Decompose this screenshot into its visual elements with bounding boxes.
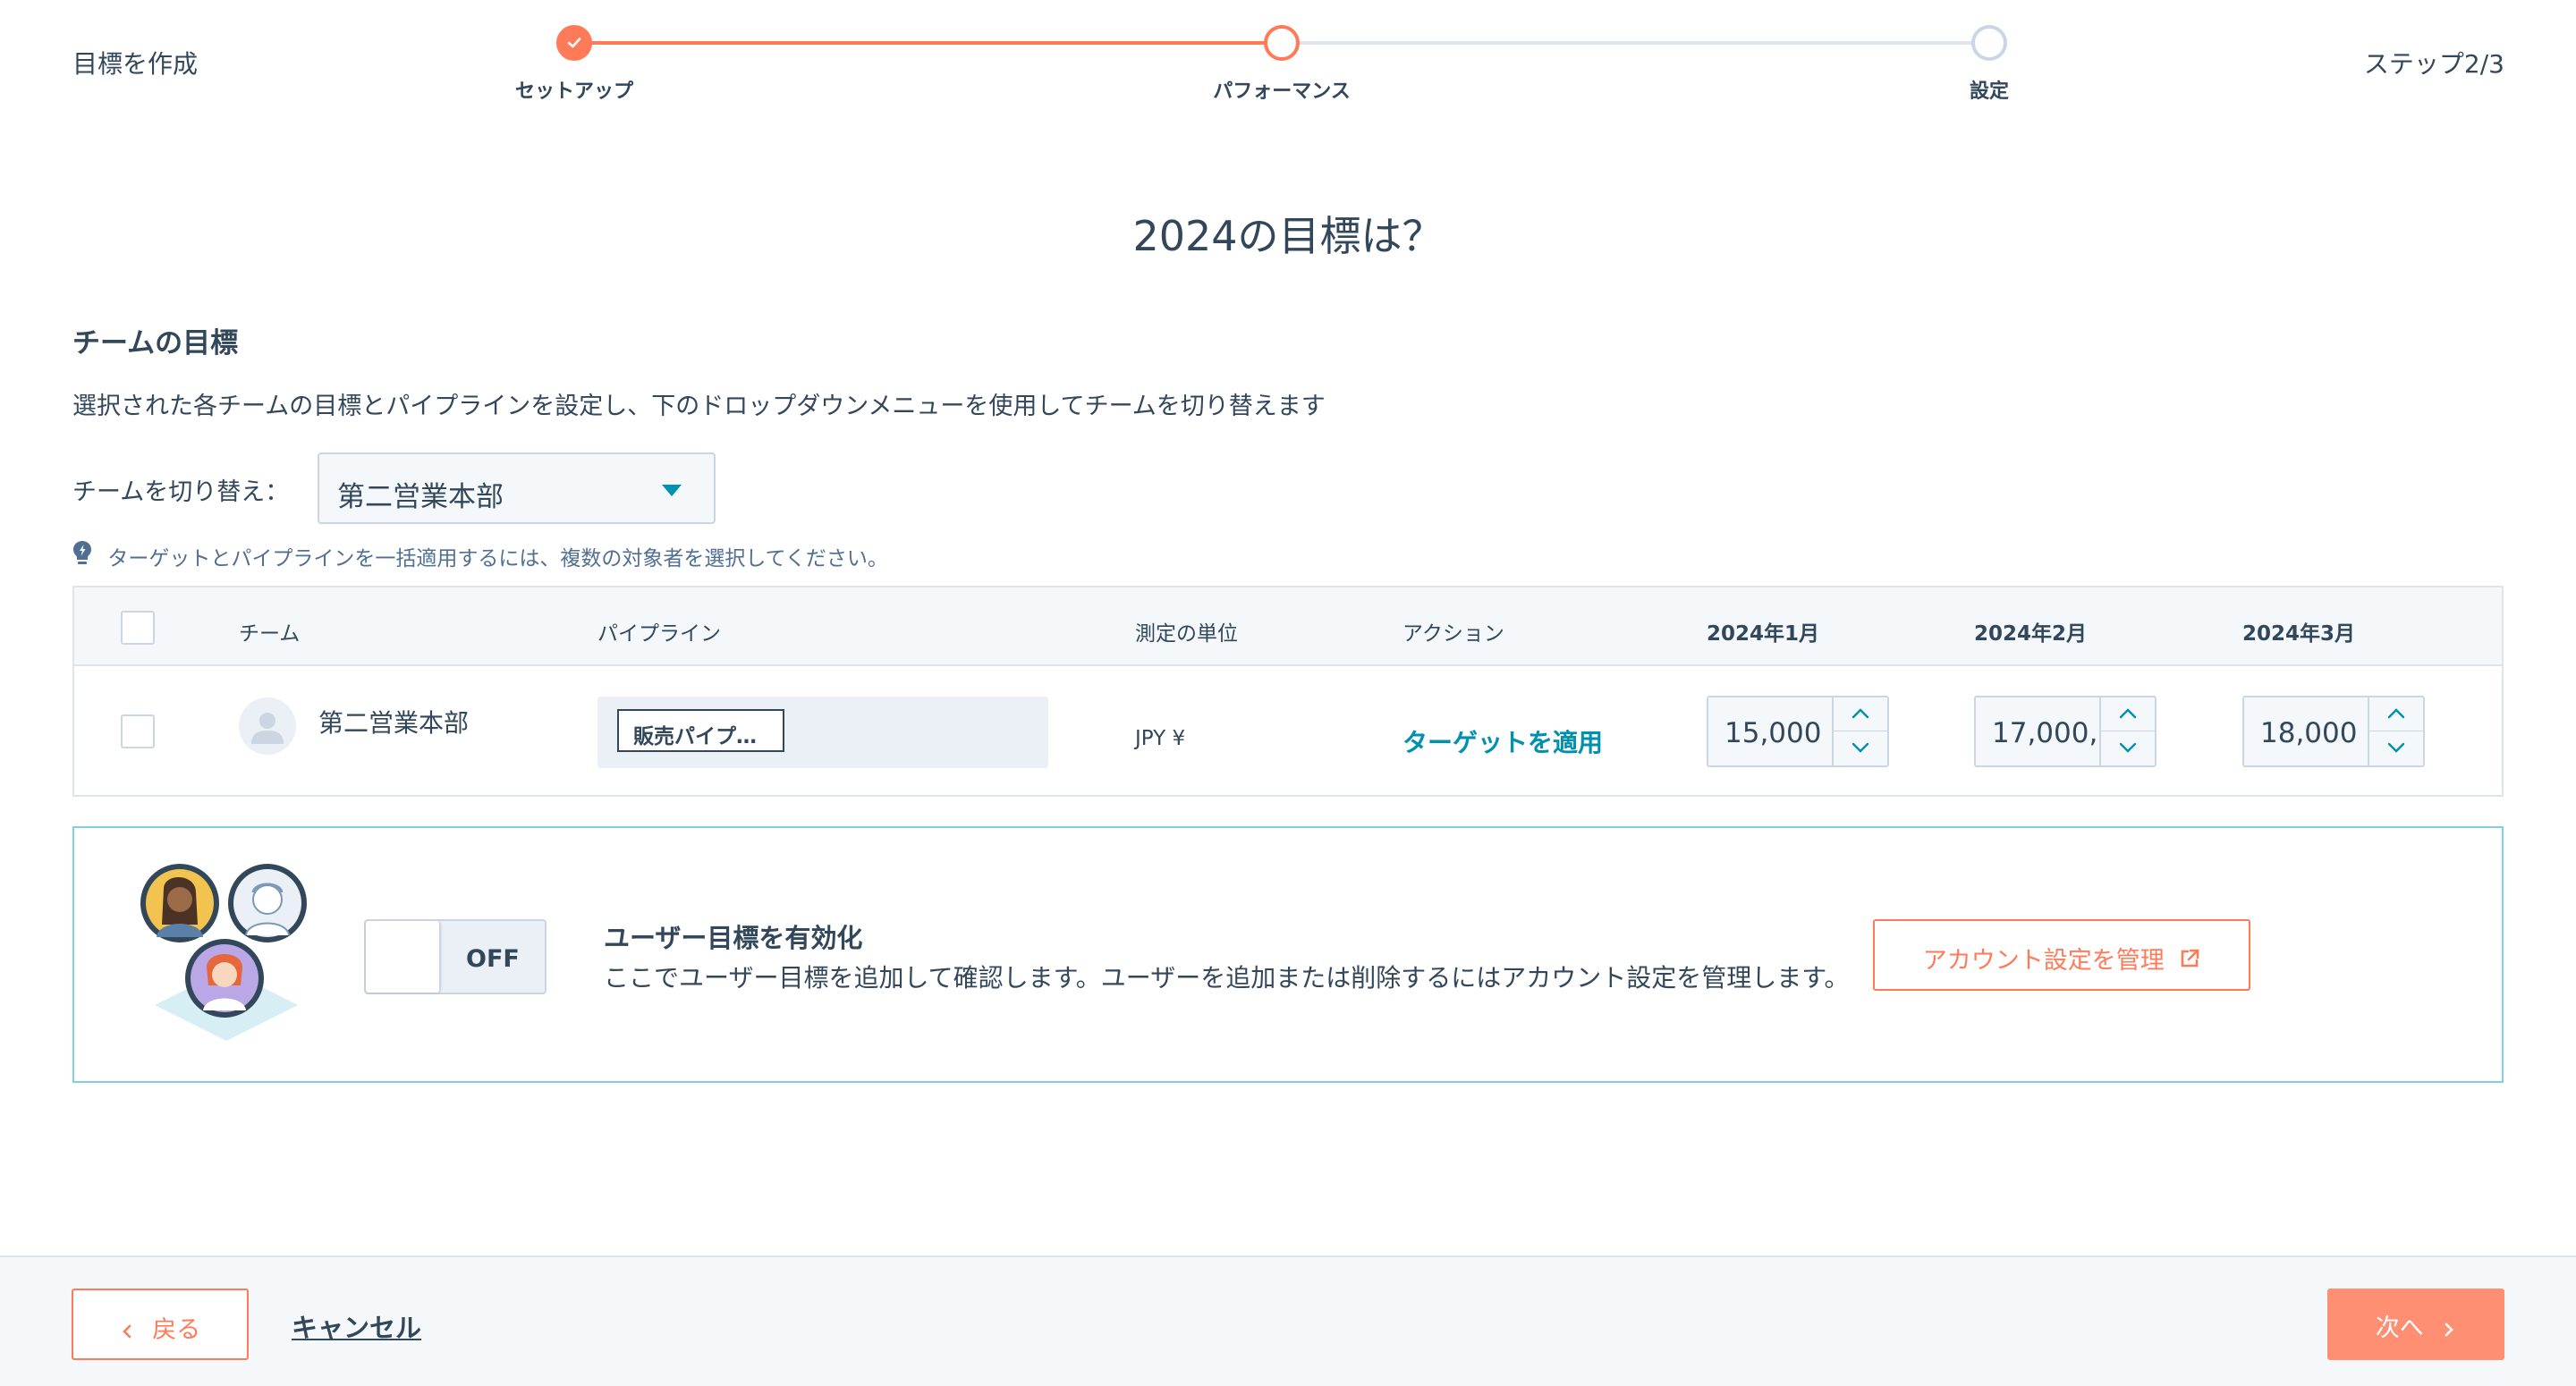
step-label: セットアップ <box>514 80 633 103</box>
section-description: 選択された各チームの目標とパイプラインを設定し、下のドロップダウンメニューを使用… <box>72 393 1326 420</box>
toggle-knob[interactable] <box>366 921 441 993</box>
column-header-team: チーム <box>239 622 301 646</box>
step-pending-dot <box>1971 25 2007 61</box>
chevron-down-icon <box>2119 742 2137 753</box>
caret-down-icon <box>662 485 682 496</box>
decrement-button[interactable] <box>2369 731 2423 765</box>
chevron-left-icon <box>122 1324 131 1338</box>
increment-button[interactable] <box>1834 697 1887 731</box>
team-select-value: 第二営業本部 <box>337 481 504 513</box>
avatar <box>239 697 296 755</box>
increment-button[interactable] <box>2101 697 2155 731</box>
chevron-up-icon <box>2387 708 2405 719</box>
mar-target-value[interactable]: 18,000 <box>2244 697 2369 765</box>
select-all-checkbox[interactable] <box>121 611 155 645</box>
row-checkbox[interactable] <box>121 714 155 748</box>
footer-bar: 戻る キャンセル 次へ <box>0 1255 2576 1386</box>
hint-text: ターゲットとパイプラインを一括適用するには、複数の対象者を選択してください。 <box>107 547 888 570</box>
team-switch-label: チームを切り替え： <box>72 478 290 506</box>
chevron-up-icon <box>2119 708 2137 719</box>
chevron-down-icon <box>2387 742 2405 753</box>
user-goals-title: ユーザー目標を有効化 <box>604 923 863 953</box>
user-goals-toggle[interactable]: OFF <box>364 919 547 994</box>
table-header: チーム パイプライン 測定の単位 アクション 2024年1月 2024年2月 2… <box>74 587 2502 666</box>
next-label: 次へ <box>2375 1314 2424 1342</box>
column-header-unit: 測定の単位 <box>1135 622 1238 646</box>
unit-value: JPY ¥ <box>1135 727 1186 750</box>
cancel-link[interactable]: キャンセル <box>292 1307 421 1345</box>
jan-target-input[interactable]: 15,000 <box>1707 696 1889 767</box>
page-title: 2024の目標は？ <box>1132 212 1444 260</box>
toggle-state-label: OFF <box>466 945 520 973</box>
section-title: チームの目標 <box>72 327 239 359</box>
user-icon <box>251 713 284 744</box>
pipeline-tag[interactable]: 販売パイプ… <box>617 709 784 752</box>
next-button[interactable]: 次へ <box>2327 1289 2504 1360</box>
decrement-button[interactable] <box>2101 731 2155 765</box>
users-illustration <box>137 862 316 1050</box>
step-counter: ステップ2/3 <box>2363 49 2504 79</box>
bulk-apply-hint: ターゲットとパイプラインを一括適用するには、複数の対象者を選択してください。 <box>72 540 888 572</box>
manage-account-settings-label: アカウント設定を管理 <box>1922 947 2165 975</box>
chevron-down-icon <box>1852 742 1869 753</box>
feb-target-value[interactable]: 17,000, <box>1976 697 2101 765</box>
column-header-action: アクション <box>1402 622 1504 646</box>
column-header-mar: 2024年3月 <box>2242 622 2356 646</box>
decrement-button[interactable] <box>1834 731 1887 765</box>
back-label: 戻る <box>152 1316 201 1344</box>
pipeline-cell[interactable]: 販売パイプ… <box>597 697 1048 768</box>
step-active-dot <box>1264 25 1300 61</box>
stepper-track-completed <box>574 41 1282 45</box>
progress-stepper: セットアップ パフォーマンス 設定 <box>515 23 2009 113</box>
lightbulb-icon <box>72 540 92 572</box>
column-header-pipeline: パイプライン <box>597 622 721 646</box>
team-select-dropdown[interactable]: 第二営業本部 <box>318 452 716 524</box>
team-goals-table: チーム パイプライン 測定の単位 アクション 2024年1月 2024年2月 2… <box>72 586 2504 797</box>
external-link-icon <box>2179 948 2200 976</box>
header-title: 目標を作成 <box>72 49 199 79</box>
back-button[interactable]: 戻る <box>72 1289 249 1360</box>
stepper-track-pending <box>1282 41 1989 45</box>
manage-account-settings-button[interactable]: アカウント設定を管理 <box>1873 919 2250 991</box>
apply-target-link[interactable]: ターゲットを適用 <box>1402 723 1603 759</box>
step-complete-dot <box>556 25 592 61</box>
column-header-feb: 2024年2月 <box>1974 622 2088 646</box>
feb-target-input[interactable]: 17,000, <box>1974 696 2157 767</box>
team-name: 第二営業本部 <box>318 708 470 738</box>
user-goals-description: ここでユーザー目標を追加して確認します。ユーザーを追加または削除するにはアカウン… <box>604 963 1850 993</box>
mar-target-input[interactable]: 18,000 <box>2242 696 2425 767</box>
chevron-right-icon <box>2445 1323 2454 1336</box>
table-row: 第二営業本部 販売パイプ… JPY ¥ ターゲットを適用 15,000 17,0… <box>74 666 2502 797</box>
increment-button[interactable] <box>2369 697 2423 731</box>
user-goals-card: OFF ユーザー目標を有効化 ここでユーザー目標を追加して確認します。ユーザーを… <box>72 826 2504 1083</box>
column-header-jan: 2024年1月 <box>1707 622 1820 646</box>
chevron-up-icon <box>1852 708 1869 719</box>
step-label: パフォーマンス <box>1213 80 1351 103</box>
step-label: 設定 <box>1969 80 2009 103</box>
check-icon <box>567 38 581 48</box>
jan-target-value[interactable]: 15,000 <box>1708 697 1834 765</box>
